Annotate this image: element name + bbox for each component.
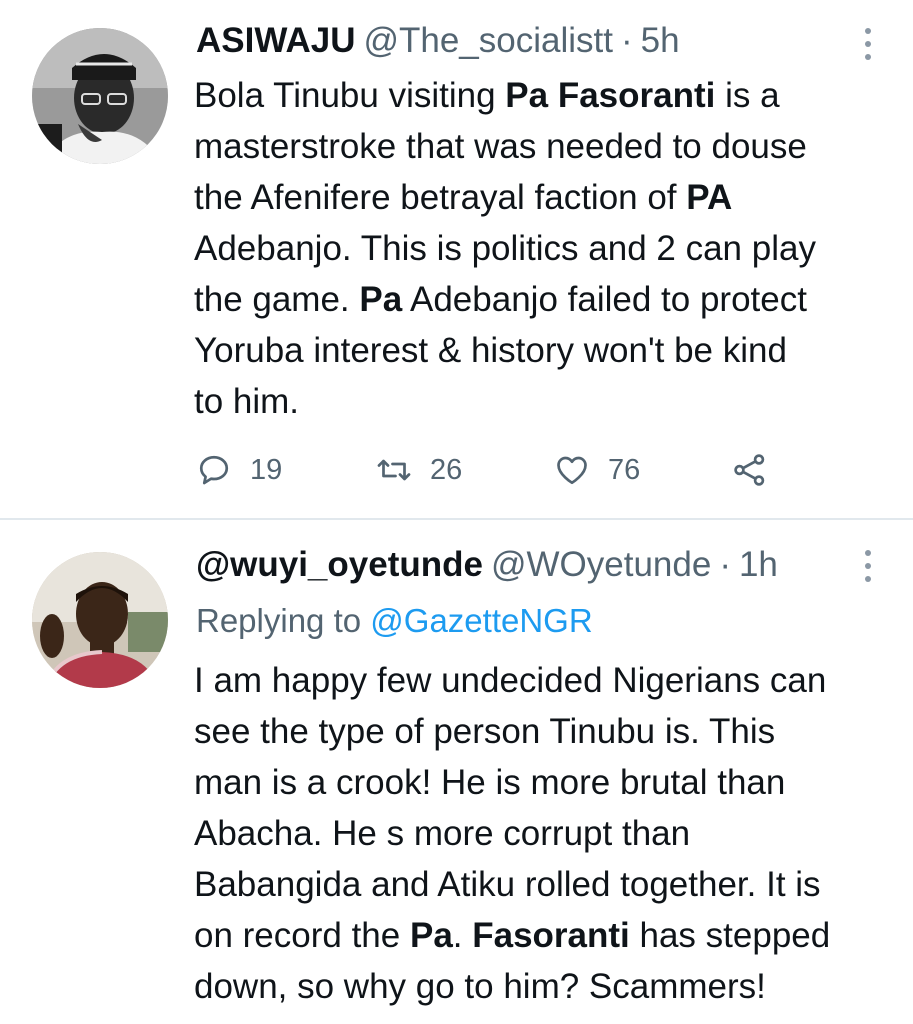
tweet-text-bold: PA bbox=[686, 178, 733, 217]
user-handle[interactable]: @The_socialistt bbox=[363, 21, 613, 60]
tweet-text-line: the Afenifere betrayal faction of PA bbox=[194, 172, 894, 223]
tweet-text-segment: Yoruba interest & history won't be kind bbox=[194, 331, 787, 370]
tweet-text-line: Yoruba interest & history won't be kind bbox=[194, 325, 894, 376]
tweet-text-segment: Abacha. He s more corrupt than bbox=[194, 814, 691, 853]
tweet-text-line: man is a crook! He is more brutal than bbox=[194, 757, 894, 808]
tweet-text-line: the game. Pa Adebanjo failed to protect bbox=[194, 274, 894, 325]
tweet-text-segment: is a bbox=[715, 76, 780, 115]
tweet-text-line: see the type of person Tinubu is. This bbox=[194, 706, 894, 757]
tweet-text-segment: Adebanjo failed to protect bbox=[402, 280, 807, 319]
reply-count: 19 bbox=[250, 453, 283, 486]
tweet-text-segment: . bbox=[452, 916, 473, 955]
tweet-text-segment: the game. bbox=[194, 280, 360, 319]
tweet-text-line: masterstroke that was needed to douse bbox=[194, 121, 894, 172]
retweet-button[interactable]: 26 bbox=[376, 448, 462, 492]
tweet-text-segment: down, so why go to him? Scammers! bbox=[194, 967, 766, 1006]
tweet-text-line: I am happy few undecided Nigerians can bbox=[194, 655, 894, 706]
replying-to: Replying to @GazetteNGR bbox=[196, 600, 593, 642]
tweet-text-line: on record the Pa. Fasoranti has stepped bbox=[194, 910, 894, 961]
avatar[interactable] bbox=[32, 28, 168, 164]
display-name[interactable]: ASIWAJU bbox=[196, 21, 355, 60]
more-vertical-icon[interactable] bbox=[863, 550, 873, 586]
tweet-header: ASIWAJU @The_socialistt · 5h bbox=[196, 20, 853, 62]
reply-button[interactable]: 19 bbox=[196, 448, 282, 492]
tweet-header: @wuyi_oyetunde @WOyetunde · 1h bbox=[196, 544, 853, 586]
reply-mention-link[interactable]: @GazetteNGR bbox=[370, 602, 592, 639]
tweet-text-segment: has stepped bbox=[629, 916, 831, 955]
display-name[interactable]: @wuyi_oyetunde bbox=[196, 545, 483, 584]
tweet-text-segment: the Afenifere betrayal faction of bbox=[194, 178, 687, 217]
share-icon bbox=[734, 454, 765, 486]
tweet-text-segment: see the type of person Tinubu is. This bbox=[194, 712, 776, 751]
tweet-divider bbox=[0, 518, 913, 520]
tweet-text: I am happy few undecided Nigerians can se… bbox=[194, 655, 894, 1012]
tweet-1[interactable]: ASIWAJU @The_socialistt · 5h Bola Tinubu vi… bbox=[0, 0, 913, 518]
user-handle[interactable]: @WOyetunde bbox=[491, 545, 711, 584]
tweet-text-segment: man is a crook! He is more brutal than bbox=[194, 763, 786, 802]
reply-icon bbox=[199, 455, 229, 485]
tweet-actions: 19 26 76 bbox=[196, 448, 816, 492]
tweet-text-segment: masterstroke that was needed to douse bbox=[194, 127, 807, 166]
tweet-text: Bola Tinubu visiting Pa Fasoranti is a ma… bbox=[194, 70, 894, 427]
tweet-text-segment: Adebanjo. This is politics and 2 can pla… bbox=[194, 229, 816, 268]
tweet-text-line: down, so why go to him? Scammers! bbox=[194, 961, 894, 1012]
separator-dot: · bbox=[620, 21, 633, 60]
like-count: 76 bbox=[608, 453, 641, 486]
share-button[interactable] bbox=[732, 448, 786, 492]
timestamp[interactable]: 1h bbox=[739, 545, 778, 584]
tweet-text-segment: Babangida and Atiku rolled together. It … bbox=[194, 865, 821, 904]
tweet-text-segment: I am happy few undecided Nigerians can bbox=[194, 661, 827, 700]
tweet-text-bold: Pa bbox=[359, 280, 403, 319]
retweet-icon bbox=[377, 459, 411, 481]
timestamp[interactable]: 5h bbox=[641, 21, 680, 60]
replying-prefix: Replying to bbox=[196, 602, 362, 639]
tweet-text-bold: Pa bbox=[409, 916, 453, 955]
like-button[interactable]: 76 bbox=[554, 448, 640, 492]
tweet-text-segment: Bola Tinubu visiting bbox=[194, 76, 506, 115]
retweet-count: 26 bbox=[430, 453, 463, 486]
tweet-text-line: Babangida and Atiku rolled together. It … bbox=[194, 859, 894, 910]
tweet-text-segment: to him. bbox=[194, 382, 300, 421]
separator-dot: · bbox=[719, 545, 731, 584]
heart-icon bbox=[557, 456, 587, 485]
more-vertical-icon[interactable] bbox=[863, 28, 873, 64]
tweet-text-bold: Pa Fasoranti bbox=[505, 76, 716, 115]
tweet-text-line: Bola Tinubu visiting Pa Fasoranti is a bbox=[194, 70, 894, 121]
tweet-text-line: to him. bbox=[194, 376, 894, 427]
avatar[interactable] bbox=[32, 552, 168, 688]
tweet-text-segment: on record the bbox=[194, 916, 410, 955]
tweet-text-bold: Fasoranti bbox=[472, 916, 630, 955]
tweet-text-line: Abacha. He s more corrupt than bbox=[194, 808, 894, 859]
tweet-text-line: Adebanjo. This is politics and 2 can pla… bbox=[194, 223, 894, 274]
